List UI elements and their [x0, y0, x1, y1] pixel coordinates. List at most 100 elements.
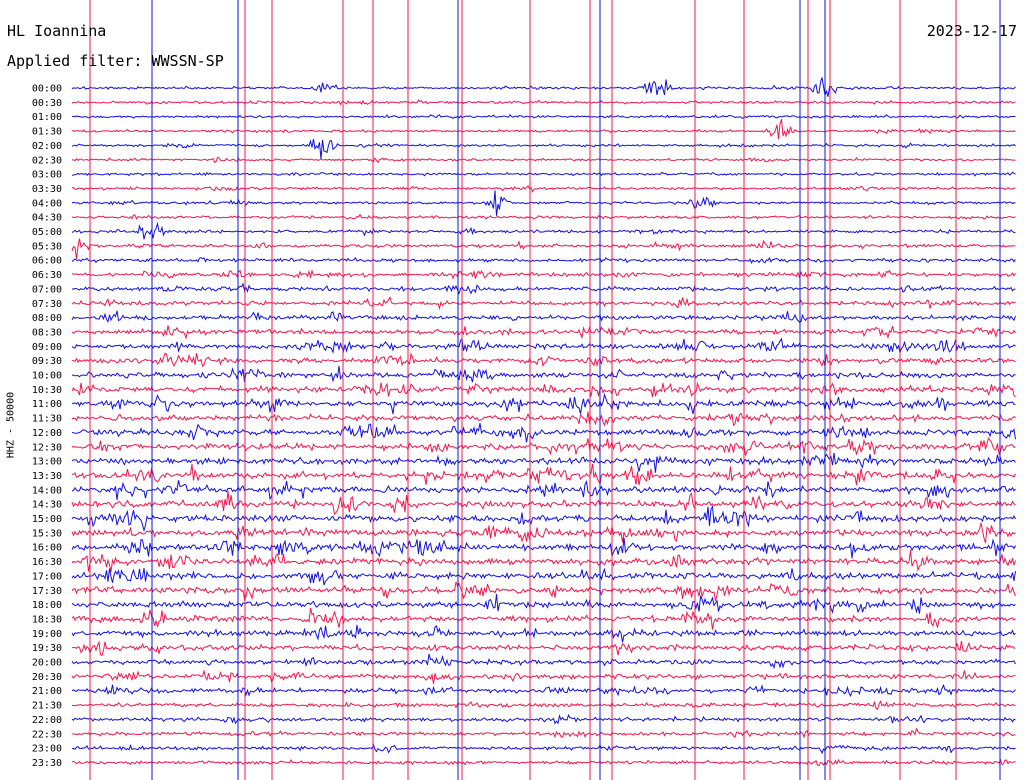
trace-row-1330	[71, 463, 1016, 486]
trace-row-1900	[71, 624, 1016, 643]
row-label-2200: 22:00	[32, 715, 62, 726]
trace-row-0300	[71, 171, 1016, 177]
trace-row-1200	[71, 423, 1016, 443]
trace-row-1130	[71, 411, 1016, 427]
trace-row-2330	[71, 758, 1016, 766]
trace-row-1400	[71, 480, 1016, 501]
trace-row-0800	[71, 310, 1016, 323]
trace-row-0030	[71, 99, 1016, 106]
row-label-0430: 04:30	[32, 213, 62, 224]
row-label-0330: 03:30	[32, 184, 62, 195]
trace-row-1630	[71, 549, 1016, 573]
trace-row-1700	[71, 567, 1016, 586]
row-label-0200: 02:00	[32, 141, 62, 152]
row-label-1630: 16:30	[32, 557, 62, 568]
row-label-0830: 08:30	[32, 327, 62, 338]
row-label-1130: 11:30	[32, 414, 62, 425]
trace-row-0330	[71, 184, 1016, 193]
trace-row-1600	[71, 537, 1016, 559]
row-label-1030: 10:30	[32, 385, 62, 396]
trace-row-0430	[71, 213, 1016, 220]
trace-row-0500	[71, 221, 1016, 240]
row-label-2300: 23:00	[32, 744, 62, 755]
trace-row-2100	[71, 683, 1016, 697]
station-title: HL Ioannina	[7, 22, 107, 40]
trace-row-0100	[71, 113, 1016, 120]
y-axis-label: HHZ - 50000	[5, 391, 17, 459]
row-label-0230: 02:30	[32, 155, 62, 166]
trace-row-0530	[71, 238, 1016, 259]
trace-row-2030	[71, 668, 1016, 685]
row-label-1300: 13:00	[32, 457, 62, 468]
filter-label: Applied filter: WWSSN-SP	[7, 52, 224, 70]
trace-row-1500	[71, 505, 1016, 533]
helicorder-plot: 00:00 00:30 01:00 01:30 02:00 02:30 03:00 03:30…	[32, 0, 1016, 780]
row-label-1100: 11:00	[32, 399, 62, 410]
row-label-0600: 06:00	[32, 256, 62, 267]
trace-row-1830	[71, 607, 1016, 630]
trace-row-0830	[71, 325, 1016, 340]
row-label-1330: 13:30	[32, 471, 62, 482]
row-label-2230: 22:30	[32, 729, 62, 740]
trace-row-1300	[71, 452, 1016, 473]
trace-row-0930	[71, 352, 1016, 368]
trace-row-1030	[71, 381, 1016, 398]
row-label-0300: 03:00	[32, 170, 62, 181]
seismic-traces	[71, 0, 1016, 780]
trace-row-1100	[71, 392, 1016, 415]
trace-row-1000	[72, 365, 1016, 383]
record-date: 2023-12-17	[926, 22, 1017, 40]
row-label-0800: 08:00	[32, 313, 62, 324]
row-label-0130: 01:30	[32, 127, 62, 138]
row-label-0700: 07:00	[32, 284, 62, 295]
trace-row-2200	[71, 713, 1016, 725]
trace-row-0200	[71, 138, 1016, 160]
row-label-0530: 05:30	[32, 241, 62, 252]
trace-row-1930	[71, 640, 1016, 657]
trace-row-0730	[71, 296, 1016, 311]
row-label-0630: 06:30	[32, 270, 62, 281]
trace-row-1230	[71, 436, 1016, 456]
row-label-1530: 15:30	[32, 528, 62, 539]
trace-row-2300	[71, 743, 1016, 755]
trace-row-0600	[71, 256, 1016, 265]
trace-row-0700	[71, 282, 1016, 295]
row-label-0730: 07:30	[32, 299, 62, 310]
row-label-1500: 15:00	[32, 514, 62, 525]
row-label-2330: 23:30	[32, 758, 62, 769]
row-label-1000: 10:00	[32, 371, 62, 382]
row-label-0900: 09:00	[32, 342, 62, 353]
trace-row-0000	[71, 77, 1016, 98]
row-label-0500: 05:00	[32, 227, 62, 238]
row-label-1400: 14:00	[32, 485, 62, 496]
trace-row-1730	[71, 581, 1016, 602]
row-label-0930: 09:30	[32, 356, 62, 367]
trace-row-0130	[71, 118, 1016, 140]
trace-row-2130	[71, 700, 1016, 711]
row-label-2000: 20:00	[32, 658, 62, 669]
row-label-1730: 17:30	[32, 586, 62, 597]
row-label-2100: 21:00	[32, 686, 62, 697]
row-label-1230: 12:30	[32, 442, 62, 453]
trace-row-0630	[71, 269, 1016, 280]
row-label-0400: 04:00	[32, 198, 62, 209]
row-label-1430: 14:30	[32, 500, 62, 511]
row-label-1800: 18:00	[32, 600, 62, 611]
row-label-1700: 17:00	[32, 571, 62, 582]
trace-row-1530	[71, 522, 1016, 544]
row-time-labels: 00:00 00:30 01:00 01:30 02:00 02:30 03:00 03:30…	[32, 84, 62, 769]
row-label-0030: 00:30	[32, 98, 62, 109]
trace-row-2000	[71, 653, 1016, 670]
row-label-0100: 01:00	[32, 112, 62, 123]
trace-row-1800	[71, 593, 1016, 614]
row-label-1600: 16:00	[32, 543, 62, 554]
row-label-1830: 18:30	[32, 614, 62, 625]
trace-row-0230	[71, 156, 1016, 164]
row-label-1200: 12:00	[32, 428, 62, 439]
row-label-1930: 19:30	[32, 643, 62, 654]
row-label-2030: 20:30	[32, 672, 62, 683]
trace-row-2230	[71, 727, 1016, 739]
row-label-1900: 19:00	[32, 629, 62, 640]
row-label-2130: 21:30	[32, 701, 62, 712]
trace-row-0400	[71, 190, 1016, 216]
